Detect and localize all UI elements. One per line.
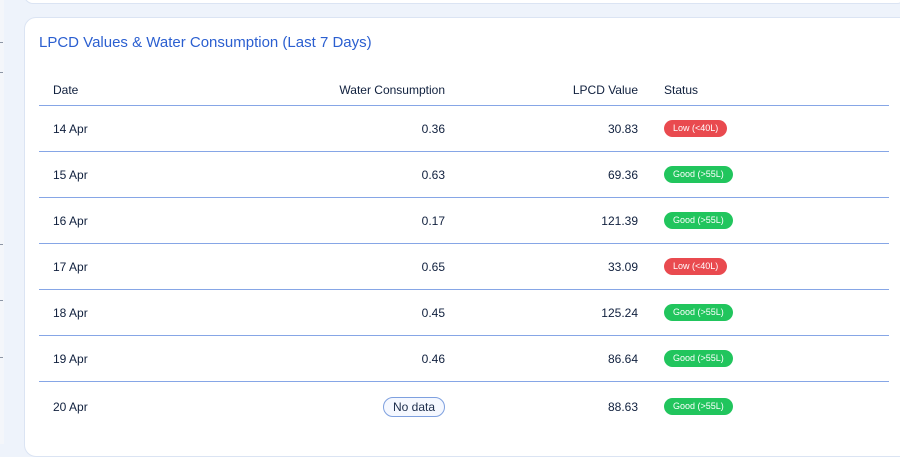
water-consumption-cell: 0.63 [199,151,455,198]
header-row: Date Water Consumption LPCD Value Status [39,74,889,106]
lpcd-table: Date Water Consumption LPCD Value Status… [39,74,889,431]
lpcd-value-cell: 86.64 [455,335,648,382]
card-title: LPCD Values & Water Consumption (Last 7 … [39,34,372,51]
status-badge: Good (>55L) [664,304,733,321]
header-water-consumption: Water Consumption [199,74,455,106]
left-edge-strip [0,0,4,444]
edge-mark [0,72,3,73]
status-cell: Good (>55L) [648,335,889,382]
status-cell: Good (>55L) [648,151,889,198]
table-row: 15 Apr 0.63 69.36 Good (>55L) [39,151,889,198]
status-cell: Good (>55L) [648,197,889,244]
table-row: 18 Apr 0.45 125.24 Good (>55L) [39,289,889,336]
date-cell: 16 Apr [39,197,199,244]
water-consumption-cell: 0.46 [199,335,455,382]
edge-mark [0,42,3,43]
water-consumption-cell: No data [199,382,455,432]
status-cell: Low (<40L) [648,105,889,152]
table-row: 20 Apr No data 88.63 Good (>55L) [39,382,889,432]
lpcd-card: LPCD Values & Water Consumption (Last 7 … [24,17,900,457]
header-date: Date [39,74,199,106]
status-badge: Low (<40L) [664,120,728,137]
lpcd-value-cell: 69.36 [455,151,648,198]
edge-mark [0,300,3,301]
date-cell: 20 Apr [53,399,88,414]
date-cell: 19 Apr [39,335,199,382]
header-status: Status [648,74,889,106]
table-row: 17 Apr 0.65 33.09 Low (<40L) [39,243,889,290]
lpcd-value-cell: 33.09 [455,243,648,290]
date-cell: 15 Apr [39,151,199,198]
date-cell: 18 Apr [39,289,199,336]
table-row: 14 Apr 0.36 30.83 Low (<40L) [39,105,889,152]
status-cell: Good (>55L) [648,289,889,336]
lpcd-value-cell: 30.83 [455,105,648,152]
water-consumption-cell: 0.17 [199,197,455,244]
status-badge: Low (<40L) [664,258,728,275]
lpcd-value-cell: 88.63 [607,399,638,414]
status-badge: Good (>55L) [664,350,733,367]
water-consumption-cell: 0.36 [199,105,455,152]
lpcd-value-cell: 125.24 [455,289,648,336]
water-consumption-cell: 0.65 [199,243,455,290]
status-cell: Good (>55L) [648,382,889,432]
header-lpcd-value: LPCD Value [455,74,648,106]
status-badge: Good (>55L) [664,166,733,183]
date-cell: 14 Apr [39,105,199,152]
table-row: 19 Apr 0.46 86.64 Good (>55L) [39,335,889,382]
edge-mark [0,244,3,245]
status-badge: Good (>55L) [664,398,733,415]
date-cell: 17 Apr [39,243,199,290]
status-cell: Low (<40L) [648,243,889,290]
table-row: 16 Apr 0.17 121.39 Good (>55L) [39,197,889,244]
edge-mark [0,357,3,358]
no-data-pill: No data [382,396,445,417]
previous-card [24,0,900,4]
water-consumption-cell: 0.45 [199,289,455,336]
lpcd-value-cell: 121.39 [455,197,648,244]
status-badge: Good (>55L) [664,212,733,229]
